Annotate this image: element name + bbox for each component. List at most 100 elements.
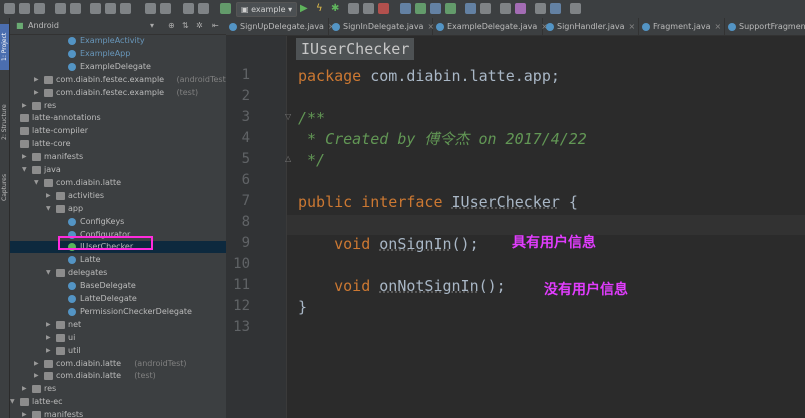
undo-icon[interactable] [55,3,66,14]
stop-icon[interactable] [378,3,389,14]
run-icon[interactable]: ▶ [300,2,308,15]
undo-history-icon[interactable] [515,3,526,14]
tree-item[interactable]: ▶ manifests [10,151,226,163]
settings-icon[interactable] [570,3,581,14]
tree-item[interactable]: BaseDelegate [10,280,226,292]
structure-tool-tab[interactable]: 2: Structure [0,98,9,146]
tree-item[interactable]: ▶ net [10,319,226,331]
paste-icon[interactable] [120,3,131,14]
help-icon[interactable] [465,3,476,14]
captures-tool-tab[interactable]: Captures [0,168,9,208]
chevron-right-icon[interactable]: ▶ [46,345,51,357]
tree-item[interactable]: ExampleDelegate [10,61,226,73]
tree-item[interactable]: ConfigKeys [10,216,226,228]
chevron-right-icon[interactable]: ▶ [34,358,39,370]
project-view-select[interactable]: Android [28,18,59,34]
cut-icon[interactable] [90,3,101,14]
editor-tab[interactable]: Fragment.java × [639,18,725,35]
folder-icon[interactable] [550,3,561,14]
editor-tab[interactable]: SignHandler.java × [543,18,639,35]
tree-item[interactable]: ▶ com.diabin.latte (androidTest) [10,358,226,370]
chevron-down-icon[interactable]: ▼ [46,203,51,215]
chevron-right-icon[interactable]: ▶ [46,319,51,331]
chevron-right-icon[interactable]: ▶ [22,100,27,112]
chevron-right-icon[interactable]: ▶ [22,383,27,395]
view-dropdown-icon[interactable]: ▾ [150,18,154,34]
apply-changes-icon[interactable]: ϟ [316,2,323,15]
tree-item[interactable]: ▶ com.diabin.latte (test) [10,370,226,382]
fold-icon[interactable]: △ [285,154,293,164]
gear-icon[interactable]: ✲ [196,18,203,34]
redo-icon[interactable] [70,3,81,14]
tree-item[interactable]: ▶ res [10,100,226,112]
tree-item[interactable]: ▶ com.diabin.festec.example (androidTest) [10,74,226,86]
hide-panel-icon[interactable]: ⇤ [212,18,219,34]
breadcrumb[interactable]: IUserChecker [296,38,415,60]
tree-item[interactable]: LatteDelegate [10,293,226,305]
tree-item[interactable]: ▶ manifests [10,409,226,418]
window-icon[interactable] [535,3,546,14]
tree-item[interactable]: PermissionCheckerDelegate [10,306,226,318]
profile-icon[interactable] [348,3,359,14]
tree-item[interactable]: ▶ util [10,345,226,357]
tree-item[interactable]: latte-annotations [10,112,226,124]
tree-item[interactable]: latte-compiler [10,125,226,137]
avd-manager-icon[interactable] [415,3,426,14]
chevron-right-icon[interactable]: ▶ [34,87,39,99]
tree-item[interactable]: latte-core [10,138,226,150]
save-icon[interactable] [19,3,30,14]
back-icon[interactable] [183,3,194,14]
tree-item[interactable]: ▼ latte-ec [10,396,226,408]
tree-item[interactable]: ▶ com.diabin.festec.example (test) [10,87,226,99]
sync-icon[interactable] [34,3,45,14]
tree-item[interactable]: IUserChecker [10,241,226,254]
chevron-right-icon[interactable]: ▶ [34,74,39,86]
chevron-down-icon[interactable]: ▼ [22,164,27,176]
build-hammer-icon[interactable] [220,3,231,14]
chevron-down-icon[interactable]: ▼ [34,177,39,189]
editor-tab[interactable]: ExampleDelegate.java × [433,18,548,35]
chevron-down-icon[interactable]: ▼ [10,396,15,408]
find-icon[interactable] [145,3,156,14]
tree-item[interactable]: ▶ res [10,383,226,395]
chevron-down-icon[interactable]: ▼ [46,267,51,279]
tree-item[interactable]: ▼ java [10,164,226,176]
code-editor[interactable]: 1 2 3 4 5 6 7 8 9 10 11 12 13 IUserChecker ▽ △ packa… [226,36,805,418]
chevron-right-icon[interactable]: ▶ [22,409,27,418]
chevron-right-icon[interactable]: ▶ [34,370,39,382]
tree-item[interactable]: ExampleApp [10,48,226,60]
tree-item[interactable]: ▶ activities [10,190,226,202]
tree-item[interactable]: Latte [10,254,226,266]
scroll-from-source-icon[interactable]: ⊕ [168,18,175,34]
tree-item[interactable]: ▼ com.diabin.latte [10,177,226,189]
sync-gradle-icon[interactable] [400,3,411,14]
chevron-right-icon[interactable]: ▶ [46,332,51,344]
run-configuration-select[interactable]: ▣ example ▾ [236,2,298,17]
comment: /** [298,109,326,127]
copy-icon[interactable] [105,3,116,14]
layout-inspector-icon[interactable] [480,3,491,14]
open-folder-icon[interactable] [4,3,15,14]
terminal-icon[interactable] [500,3,511,14]
editor-tab[interactable]: SignUpDelegate.java× [226,18,335,35]
editor-tab[interactable]: SignInDelegate.java × [329,18,434,35]
tree-item[interactable]: ▼ app [10,203,226,215]
tree-item[interactable]: ▶ ui [10,332,226,344]
forward-icon[interactable] [198,3,209,14]
editor-tab[interactable]: SupportFragment.java× [725,18,805,35]
fold-icon[interactable]: ▽ [285,112,293,122]
tree-item[interactable]: ▼ delegates [10,267,226,279]
sdk-manager-icon[interactable] [430,3,441,14]
tree-item[interactable]: Configurator [10,229,226,241]
tree-item[interactable]: ExampleActivity [10,35,226,47]
attach-debugger-icon[interactable] [363,3,374,14]
collapse-all-icon[interactable]: ⇅ [182,18,189,34]
chevron-right-icon[interactable]: ▶ [46,190,51,202]
close-icon[interactable]: × [715,22,722,31]
debug-icon[interactable]: ✱ [331,2,339,15]
close-icon[interactable]: × [629,22,636,31]
chevron-right-icon[interactable]: ▶ [22,151,27,163]
replace-icon[interactable] [160,3,171,14]
project-tool-tab[interactable]: 1: Project [0,24,9,70]
android-monitor-icon[interactable] [445,3,456,14]
